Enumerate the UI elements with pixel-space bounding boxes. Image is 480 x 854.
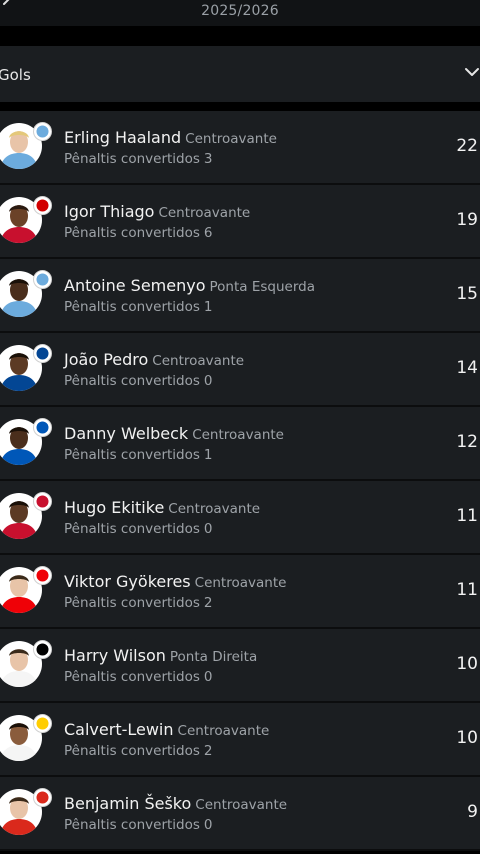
player-row[interactable]: Viktor Gyökeres Centroavante Pênaltis con… <box>0 555 480 629</box>
penalties-value: 0 <box>203 521 213 537</box>
goals-count: 10 <box>456 728 478 748</box>
club-badge-icon <box>33 566 52 585</box>
player-name: Antoine Semenyo <box>64 276 206 295</box>
player-row[interactable]: Danny Welbeck Centroavante Pênaltis conve… <box>0 407 480 481</box>
penalties-value: 1 <box>203 299 213 315</box>
penalties-value: 0 <box>203 817 213 833</box>
stat-dropdown-label: Gols <box>0 66 31 84</box>
player-position: Centroavante <box>168 501 261 517</box>
season-label[interactable]: 2025/2026 <box>0 3 480 19</box>
player-row[interactable]: Antoine Semenyo Ponta Esquerda Pênaltis c… <box>0 259 480 333</box>
club-badge-icon <box>33 344 52 363</box>
penalties-label: Pênaltis convertidos <box>64 151 200 167</box>
penalties-label: Pênaltis convertidos <box>64 595 200 611</box>
chevron-down-icon[interactable] <box>464 64 480 80</box>
player-row[interactable]: Benjamin Šeško Centroavante Pênaltis conv… <box>0 777 480 851</box>
goals-count: 19 <box>456 210 478 230</box>
player-name: Erling Haaland <box>64 128 182 147</box>
penalties-label: Pênaltis convertidos <box>64 817 200 833</box>
player-row[interactable]: Harry Wilson Ponta Direita Pênaltis conve… <box>0 629 480 703</box>
club-badge-icon <box>33 418 52 437</box>
top-scorers-list: Erling Haaland Centroavante Pênaltis conv… <box>0 111 480 851</box>
player-position: Centroavante <box>185 131 277 147</box>
penalties-value: 1 <box>203 447 213 463</box>
goals-count: 9 <box>467 802 478 822</box>
penalties-label: Pênaltis convertidos <box>64 225 200 241</box>
goals-count: 11 <box>456 580 478 600</box>
player-position: Centroavante <box>152 353 245 369</box>
player-name: João Pedro <box>64 350 149 369</box>
goals-count: 22 <box>456 136 478 156</box>
penalties-value: 6 <box>203 225 213 241</box>
player-position: Ponta Direita <box>169 649 258 665</box>
club-badge-icon <box>33 714 52 733</box>
penalties-label: Pênaltis convertidos <box>64 743 200 759</box>
goals-count: 15 <box>456 284 478 304</box>
penalties-label: Pênaltis convertidos <box>64 447 200 463</box>
player-name: Benjamin Šeško <box>64 794 192 813</box>
club-badge-icon <box>33 640 52 659</box>
goals-count: 14 <box>456 358 478 378</box>
stat-dropdown[interactable]: Gols <box>0 46 480 102</box>
club-badge-icon <box>33 270 52 289</box>
club-badge-icon <box>33 492 52 511</box>
player-name: Calvert-Lewin <box>64 720 174 739</box>
penalties-label: Pênaltis convertidos <box>64 669 200 685</box>
player-name: Danny Welbeck <box>64 424 189 443</box>
penalties-value: 2 <box>203 595 213 611</box>
player-row[interactable]: João Pedro Centroavante Pênaltis converti… <box>0 333 480 407</box>
goals-count: 10 <box>456 654 478 674</box>
player-position: Centroavante <box>192 427 284 443</box>
penalties-value: 0 <box>203 669 213 685</box>
player-row[interactable]: Erling Haaland Centroavante Pênaltis conv… <box>0 111 480 185</box>
penalties-label: Pênaltis convertidos <box>64 373 200 389</box>
player-name: Hugo Ekitike <box>64 498 165 517</box>
player-position: Centroavante <box>194 575 287 591</box>
penalties-value: 2 <box>203 743 213 759</box>
penalties-value: 0 <box>203 373 213 389</box>
player-position: Ponta Esquerda <box>209 279 315 295</box>
player-row[interactable]: Calvert-Lewin Centroavante Pênaltis conve… <box>0 703 480 777</box>
player-position: Centroavante <box>195 797 288 813</box>
penalties-label: Pênaltis convertidos <box>64 521 200 537</box>
player-name: Igor Thiago <box>64 202 155 221</box>
player-position: Centroavante <box>158 205 251 221</box>
goals-count: 11 <box>456 506 478 526</box>
goals-count: 12 <box>456 432 478 452</box>
club-badge-icon <box>33 196 52 215</box>
player-position: Centroavante <box>177 723 270 739</box>
club-badge-icon <box>33 122 52 141</box>
club-badge-icon <box>33 788 52 807</box>
top-bar: 2025/2026 <box>0 0 480 26</box>
player-row[interactable]: Hugo Ekitike Centroavante Pênaltis conver… <box>0 481 480 555</box>
penalties-value: 3 <box>203 151 213 167</box>
player-name: Harry Wilson <box>64 646 166 665</box>
player-name: Viktor Gyökeres <box>64 572 191 591</box>
penalties-label: Pênaltis convertidos <box>64 299 200 315</box>
player-row[interactable]: Igor Thiago Centroavante Pênaltis convert… <box>0 185 480 259</box>
